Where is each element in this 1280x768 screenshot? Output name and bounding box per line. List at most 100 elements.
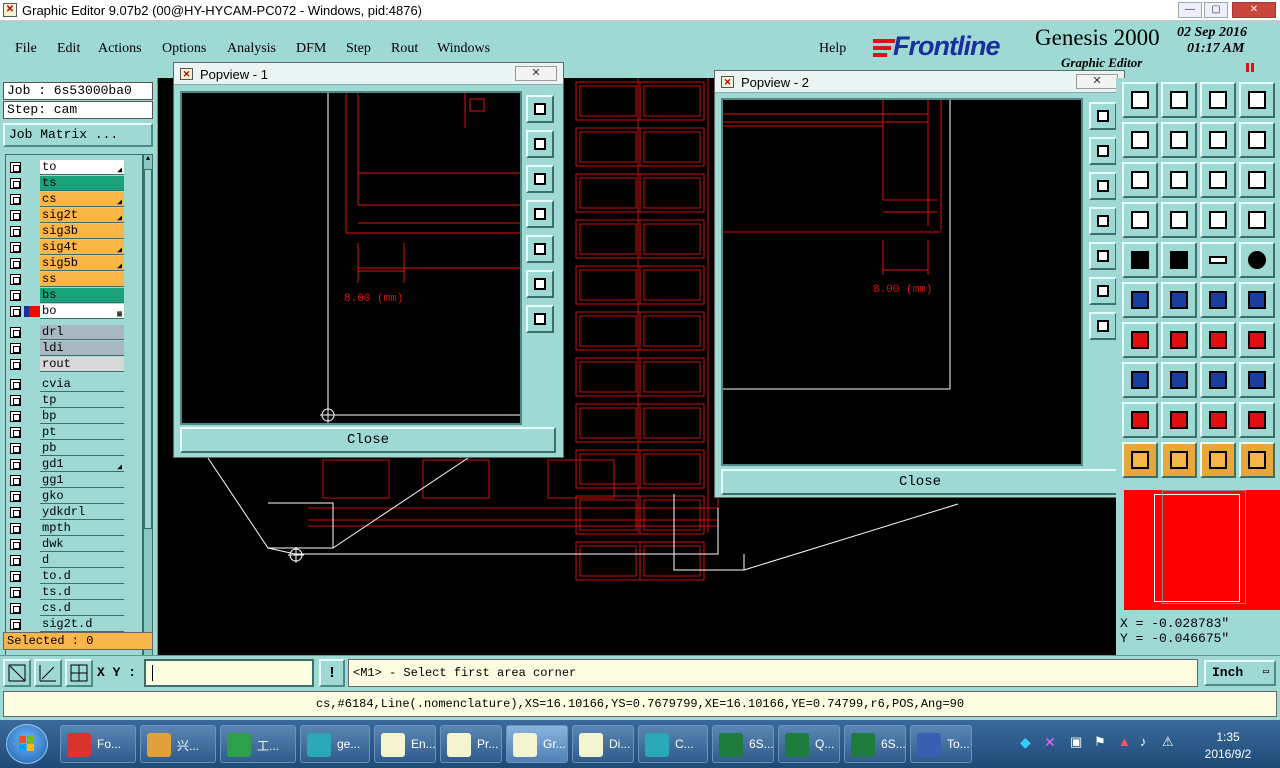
layer-checkbox[interactable]	[10, 226, 21, 237]
layer-checkbox[interactable]	[10, 539, 21, 550]
layer-row-ldi[interactable]: ldi	[8, 341, 124, 356]
layer-checkbox[interactable]	[10, 571, 21, 582]
popview-2-close-button[interactable]: Close	[721, 469, 1119, 495]
taskbar-item-1[interactable]: 兴...	[140, 725, 216, 763]
resize-icon[interactable]	[1200, 362, 1236, 398]
layer-out-icon[interactable]	[1161, 122, 1197, 158]
center-icon[interactable]	[1161, 162, 1197, 198]
layer-row-sig5b[interactable]: sig5b ◢	[8, 256, 124, 271]
flip-icon[interactable]	[1239, 322, 1275, 358]
menu-options[interactable]: Options	[162, 41, 206, 57]
measure-icon[interactable]	[1122, 402, 1158, 438]
layer-checkbox[interactable]	[10, 162, 21, 173]
layer-row-ts.d[interactable]: ts.d	[8, 585, 124, 600]
layer-row-pt[interactable]: pt	[8, 425, 124, 440]
menu-windows[interactable]: Windows	[437, 41, 490, 57]
alert-icon[interactable]: ▲	[1118, 734, 1131, 749]
layer-checkbox[interactable]	[10, 427, 21, 438]
taskbar-item-11[interactable]: 6S...	[844, 725, 906, 763]
layer-checkbox[interactable]	[10, 523, 21, 534]
select-icon[interactable]	[1122, 442, 1158, 478]
save-icon[interactable]	[1161, 82, 1197, 118]
taskbar-item-10[interactable]: Q...	[778, 725, 840, 763]
layer-row-mpth[interactable]: mpth	[8, 521, 124, 536]
merge-icon[interactable]	[1239, 362, 1275, 398]
grid-icon[interactable]	[1161, 202, 1197, 238]
ruler-icon[interactable]	[1200, 242, 1236, 278]
split-icon[interactable]	[1161, 362, 1197, 398]
taskbar-item-2[interactable]: 工...	[220, 725, 296, 763]
draw-line-icon[interactable]	[1161, 242, 1197, 278]
layer-checkbox[interactable]	[10, 242, 21, 253]
select-cross-icon[interactable]	[1200, 442, 1236, 478]
close-button[interactable]: ✕	[1232, 2, 1276, 18]
layer-row-sig2t[interactable]: sig2t ◢	[8, 208, 124, 223]
overview-map[interactable]	[1124, 490, 1280, 610]
layer-checkbox[interactable]	[10, 379, 21, 390]
layer-row-bo[interactable]: bo ▦	[8, 304, 124, 319]
popview-2-zoom-out-icon[interactable]	[1089, 172, 1117, 200]
units-selector[interactable]: Inch ▭	[1204, 660, 1276, 686]
connect-icon[interactable]	[1122, 282, 1158, 318]
menu-analysis[interactable]: Analysis	[227, 41, 276, 57]
taskbar-item-3[interactable]: ge...	[300, 725, 370, 763]
start-button[interactable]	[6, 724, 48, 764]
layer-row-sig2t.d[interactable]: sig2t.d	[8, 617, 124, 632]
fit-icon[interactable]	[1122, 162, 1158, 198]
layer-checkbox[interactable]	[10, 306, 21, 317]
layer-row-cvia[interactable]: cvia	[8, 377, 124, 392]
copy-icon[interactable]	[1239, 282, 1275, 318]
home-icon[interactable]	[1200, 82, 1236, 118]
layer-row-pb[interactable]: pb	[8, 441, 124, 456]
popview-1-titlebar[interactable]: ✕ Popview - 1 ✕	[174, 63, 563, 85]
popview-1-close-x-button[interactable]: ✕	[515, 66, 557, 81]
clock-time[interactable]: 1:35	[1198, 730, 1258, 744]
layer-row-bs[interactable]: bs	[8, 288, 124, 303]
popview-1-zoom-out-icon[interactable]	[526, 165, 554, 193]
layer-row-sig4t[interactable]: sig4t ◢	[8, 240, 124, 255]
snap-button[interactable]	[34, 659, 62, 687]
layer-checkbox[interactable]	[10, 411, 21, 422]
zoom-area-button[interactable]	[3, 659, 31, 687]
menu-step[interactable]: Step	[346, 41, 371, 57]
circle-icon[interactable]	[1239, 242, 1275, 278]
layer-checkbox[interactable]	[10, 587, 21, 598]
taskbar-item-8[interactable]: C...	[638, 725, 708, 763]
layer-row-to.d[interactable]: to.d	[8, 569, 124, 584]
popview-2-zoom-home-icon[interactable]	[1089, 102, 1117, 130]
popview-2-screen[interactable]: 8.00 (mm)	[721, 98, 1083, 466]
menu-edit[interactable]: Edit	[57, 41, 80, 57]
select-area-icon[interactable]	[1161, 442, 1197, 478]
layer-row-bp[interactable]: bp	[8, 409, 124, 424]
taskbar-item-9[interactable]: 6S...	[712, 725, 774, 763]
layer-checkbox[interactable]	[10, 603, 21, 614]
menu-actions[interactable]: Actions	[98, 41, 142, 57]
layer-checkbox[interactable]	[10, 443, 21, 454]
popview-2-fit-all-icon[interactable]	[1089, 277, 1117, 305]
popview-2-titlebar[interactable]: ✕ Popview - 2 ✕	[715, 71, 1124, 93]
layer-row-d[interactable]: d	[8, 553, 124, 568]
power-icon[interactable]: ⚠	[1162, 734, 1174, 750]
taskbar-item-7[interactable]: Di...	[572, 725, 634, 763]
layer-checkbox[interactable]	[10, 343, 21, 354]
tray-icon-2[interactable]: ✕	[1044, 734, 1056, 751]
network-icon[interactable]: ▣	[1070, 734, 1082, 750]
layer-checkbox[interactable]	[10, 359, 21, 370]
arch-icon[interactable]	[1200, 402, 1236, 438]
layer-checkbox[interactable]	[10, 258, 21, 269]
layer-row-gko[interactable]: gko	[8, 489, 124, 504]
popview-2-pan-center-icon[interactable]	[1089, 312, 1117, 340]
pad-icon[interactable]	[1122, 242, 1158, 278]
open-icon[interactable]	[1122, 82, 1158, 118]
taskbar-item-0[interactable]: Fo...	[60, 725, 136, 763]
flag-icon[interactable]: ⚑	[1094, 734, 1106, 750]
frame-icon[interactable]	[1239, 82, 1275, 118]
taskbar-item-12[interactable]: To...	[910, 725, 972, 763]
system-tray-icons[interactable]: ◆ ✕ ▣ ⚑ ▲ ♪ ⚠	[1020, 734, 1180, 754]
help-icon[interactable]	[1239, 162, 1275, 198]
step-icon[interactable]	[1239, 122, 1275, 158]
layer-row-ydkdrl[interactable]: ydkdrl	[8, 505, 124, 520]
surface-icon[interactable]	[1122, 362, 1158, 398]
scale-icon[interactable]	[1200, 162, 1236, 198]
popview-1-zoom-in-icon[interactable]	[526, 130, 554, 158]
